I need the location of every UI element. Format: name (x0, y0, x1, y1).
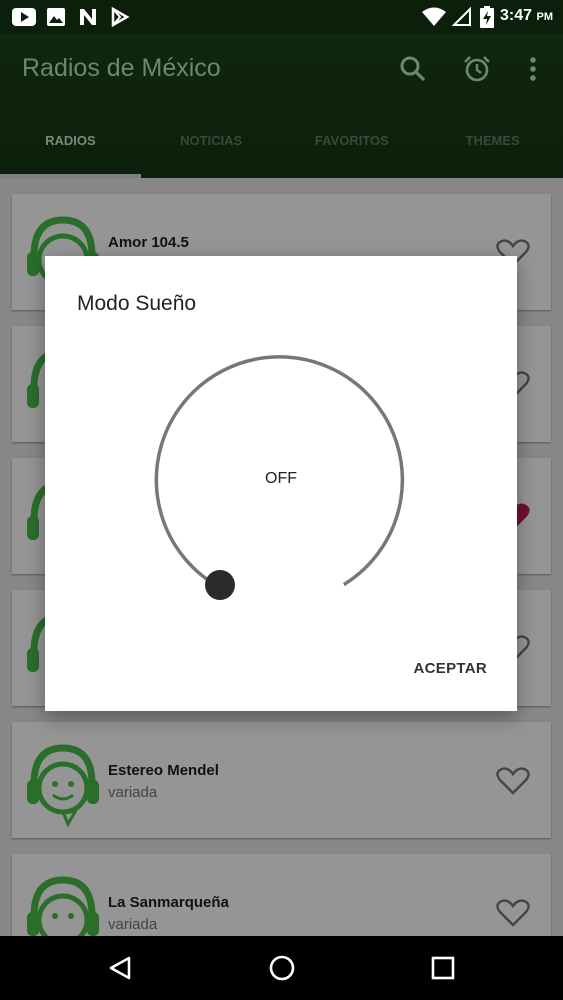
home-icon[interactable] (264, 950, 300, 986)
back-icon[interactable] (102, 950, 138, 986)
dial-knob[interactable] (205, 570, 235, 600)
dialog-scrim[interactable]: Modo Sueño OFF ACEPTAR (0, 0, 563, 936)
system-nav-bar (0, 936, 563, 1000)
sleep-mode-dialog: Modo Sueño OFF ACEPTAR (45, 256, 517, 711)
dial-value: OFF (265, 470, 297, 487)
accept-button[interactable]: ACEPTAR (414, 660, 488, 677)
recents-icon[interactable] (425, 950, 461, 986)
